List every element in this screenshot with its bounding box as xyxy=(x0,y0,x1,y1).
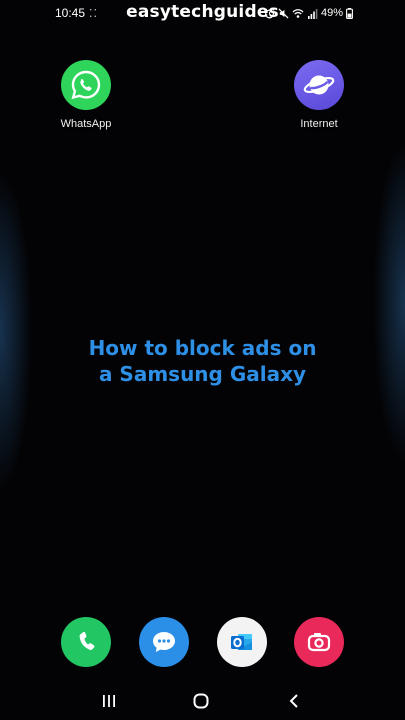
navigation-bar xyxy=(0,684,405,718)
recents-button[interactable] xyxy=(97,691,121,711)
phone-app[interactable] xyxy=(61,617,111,667)
whatsapp-app[interactable]: WhatsApp xyxy=(51,60,121,130)
watermark-text: easytechguides xyxy=(126,2,279,22)
internet-label: Internet xyxy=(300,118,338,130)
back-button[interactable] xyxy=(282,691,306,711)
phone-icon xyxy=(79,631,95,650)
app-dock xyxy=(0,617,405,667)
headline-line-2: a Samsung Galaxy xyxy=(98,362,307,386)
camera-icon xyxy=(307,633,331,652)
samsung-internet-icon xyxy=(294,60,344,110)
whatsapp-icon xyxy=(61,60,111,110)
home-button[interactable] xyxy=(189,691,213,711)
outlook-icon xyxy=(231,634,252,650)
headline-line-1: How to block ads on xyxy=(88,336,317,360)
whatsapp-label: WhatsApp xyxy=(60,118,112,130)
messages-app[interactable] xyxy=(139,617,189,667)
back-icon xyxy=(289,694,298,708)
camera-app[interactable] xyxy=(294,617,344,667)
headline: How to block ads on a Samsung Galaxy xyxy=(0,335,405,387)
recents-icon xyxy=(103,695,115,707)
home-icon xyxy=(193,693,209,709)
messages-icon xyxy=(153,632,175,652)
outlook-app[interactable] xyxy=(217,617,267,667)
internet-app[interactable]: Internet xyxy=(284,60,354,130)
